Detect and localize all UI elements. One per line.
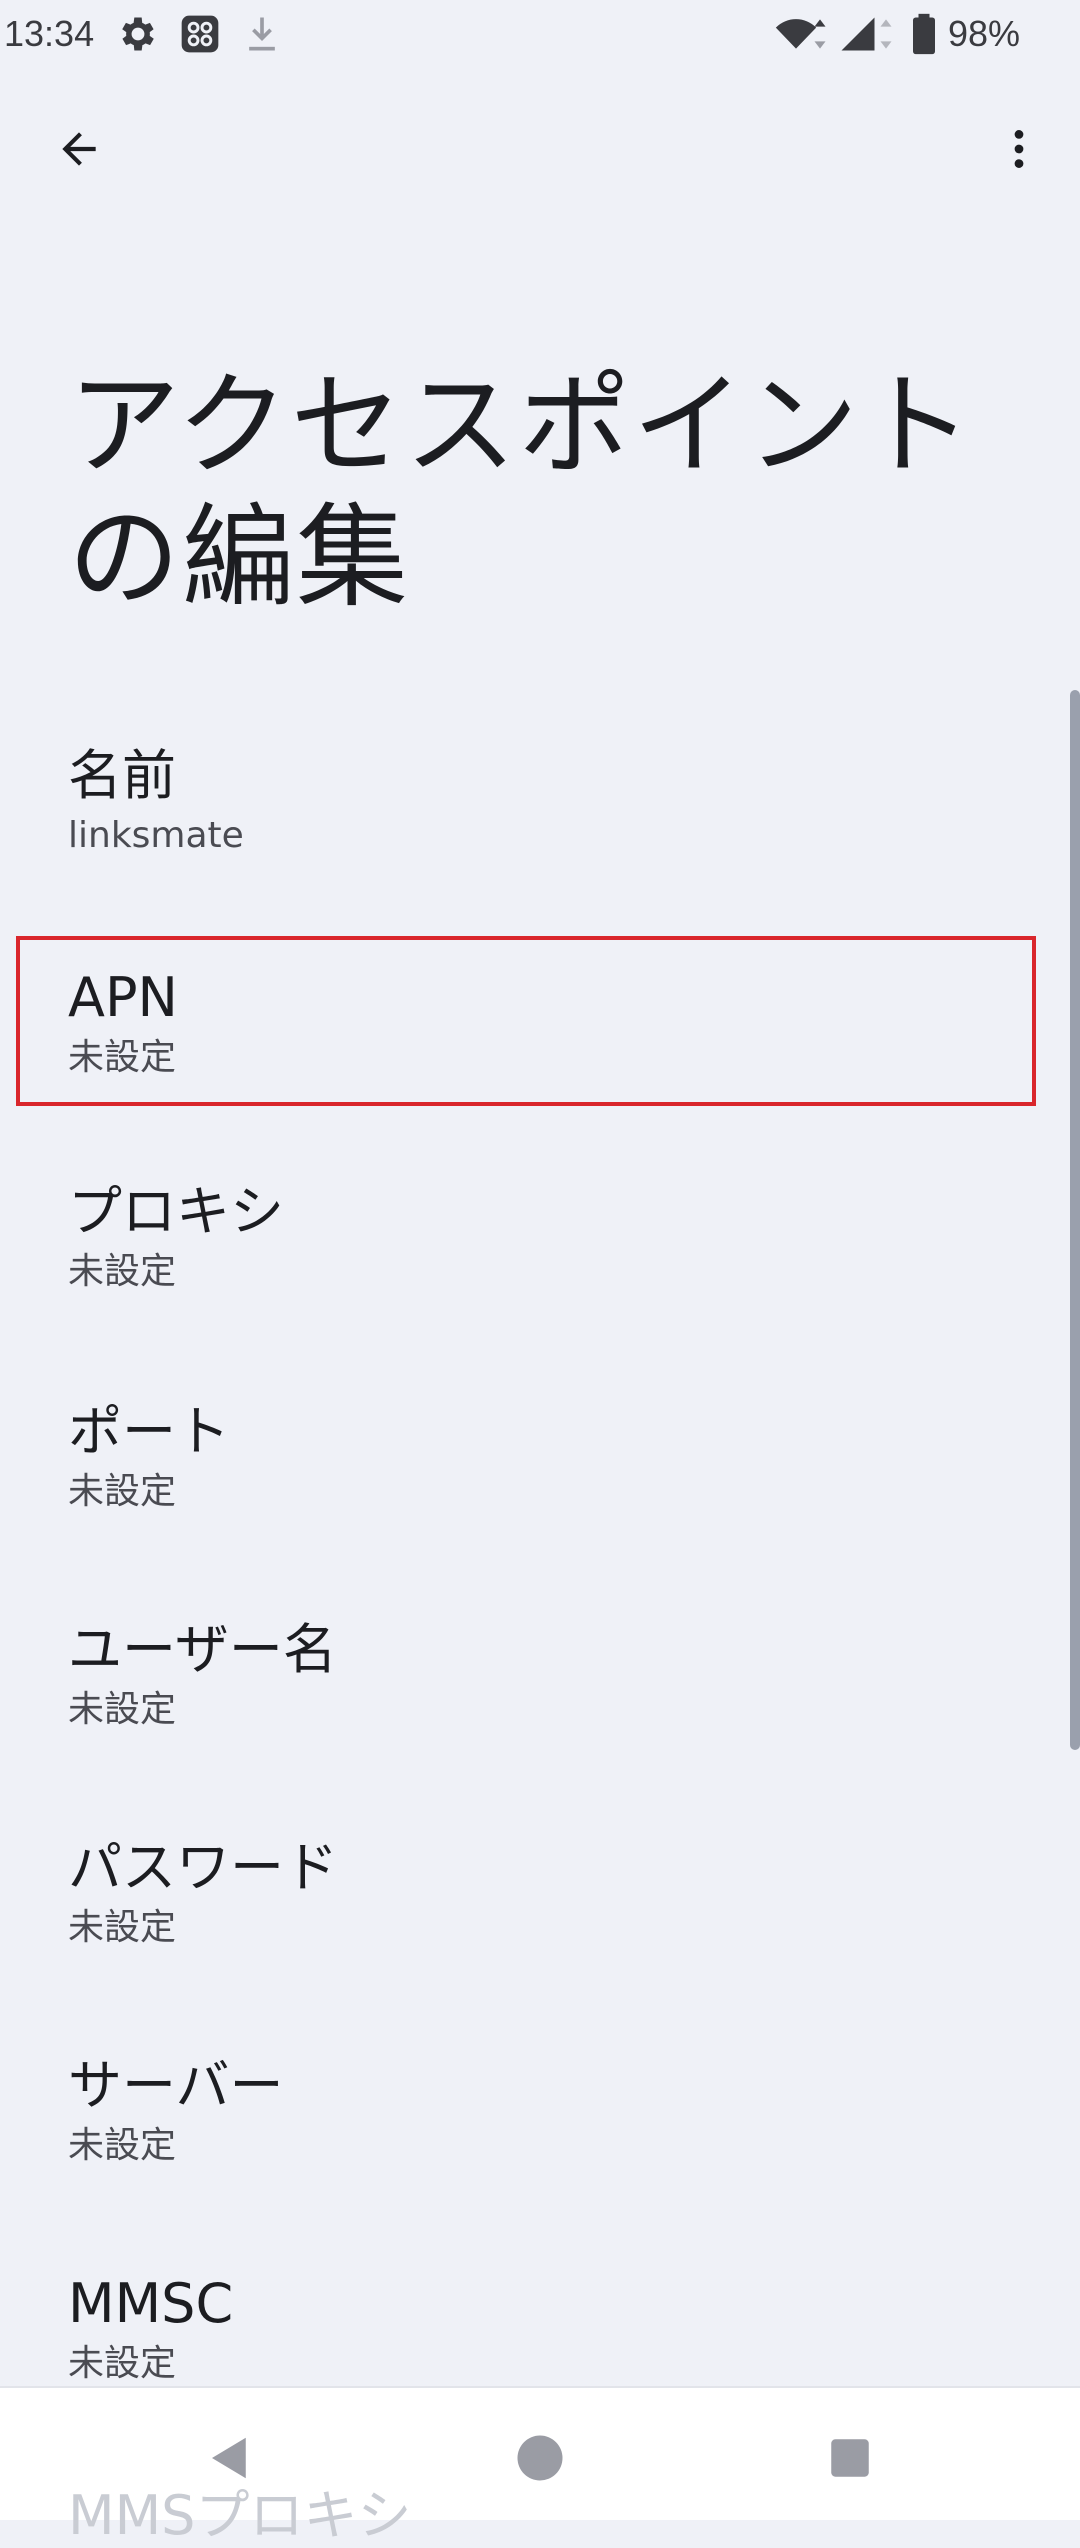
- setting-label: 名前: [68, 744, 176, 807]
- setting-value: linksmate: [68, 815, 244, 856]
- setting-label: パスワード: [68, 1836, 338, 1899]
- setting-label: ユーザー名: [68, 1618, 337, 1681]
- setting-item-password[interactable]: パスワード 未設定: [16, 1806, 1036, 1976]
- nav-back-icon: [212, 2437, 246, 2479]
- setting-item-mmsc[interactable]: MMSC 未設定: [16, 2242, 1036, 2386]
- nav-recents-icon: [831, 2439, 869, 2477]
- setting-label: ポート: [68, 1400, 230, 1463]
- setting-value: 未設定: [68, 1471, 177, 1512]
- setting-label: MMSC: [68, 2272, 234, 2335]
- nav-home-icon: [517, 2435, 563, 2481]
- setting-item-apn[interactable]: APN 未設定: [16, 936, 1036, 1106]
- setting-value: 未設定: [68, 1689, 177, 1730]
- setting-value: 未設定: [68, 1907, 177, 1948]
- setting-item-port[interactable]: ポート 未設定: [16, 1370, 1036, 1540]
- setting-item-name[interactable]: 名前 linksmate: [16, 714, 1036, 884]
- navigation-bar: MMSプロキシ: [0, 2386, 1080, 2547]
- settings-list: 名前 linksmate APN 未設定 プロキシ 未設定 ポート 未設定 ユー…: [0, 0, 1080, 2520]
- nav-back-button[interactable]: [180, 2408, 280, 2508]
- setting-value: 未設定: [68, 2343, 177, 2384]
- setting-item-server[interactable]: サーバー 未設定: [16, 2024, 1036, 2194]
- setting-item-username[interactable]: ユーザー名 未設定: [16, 1588, 1036, 1758]
- setting-value: 未設定: [68, 2125, 177, 2166]
- nav-recents-button[interactable]: [800, 2408, 900, 2508]
- setting-label: プロキシ: [68, 1180, 284, 1243]
- setting-value: 未設定: [68, 1037, 177, 1078]
- nav-home-button[interactable]: [490, 2408, 590, 2508]
- setting-label: APN: [68, 966, 178, 1029]
- setting-item-proxy[interactable]: プロキシ 未設定: [16, 1150, 1036, 1320]
- scrollbar[interactable]: [1070, 690, 1080, 1750]
- setting-value: 未設定: [68, 1251, 177, 1292]
- setting-label: サーバー: [68, 2054, 284, 2117]
